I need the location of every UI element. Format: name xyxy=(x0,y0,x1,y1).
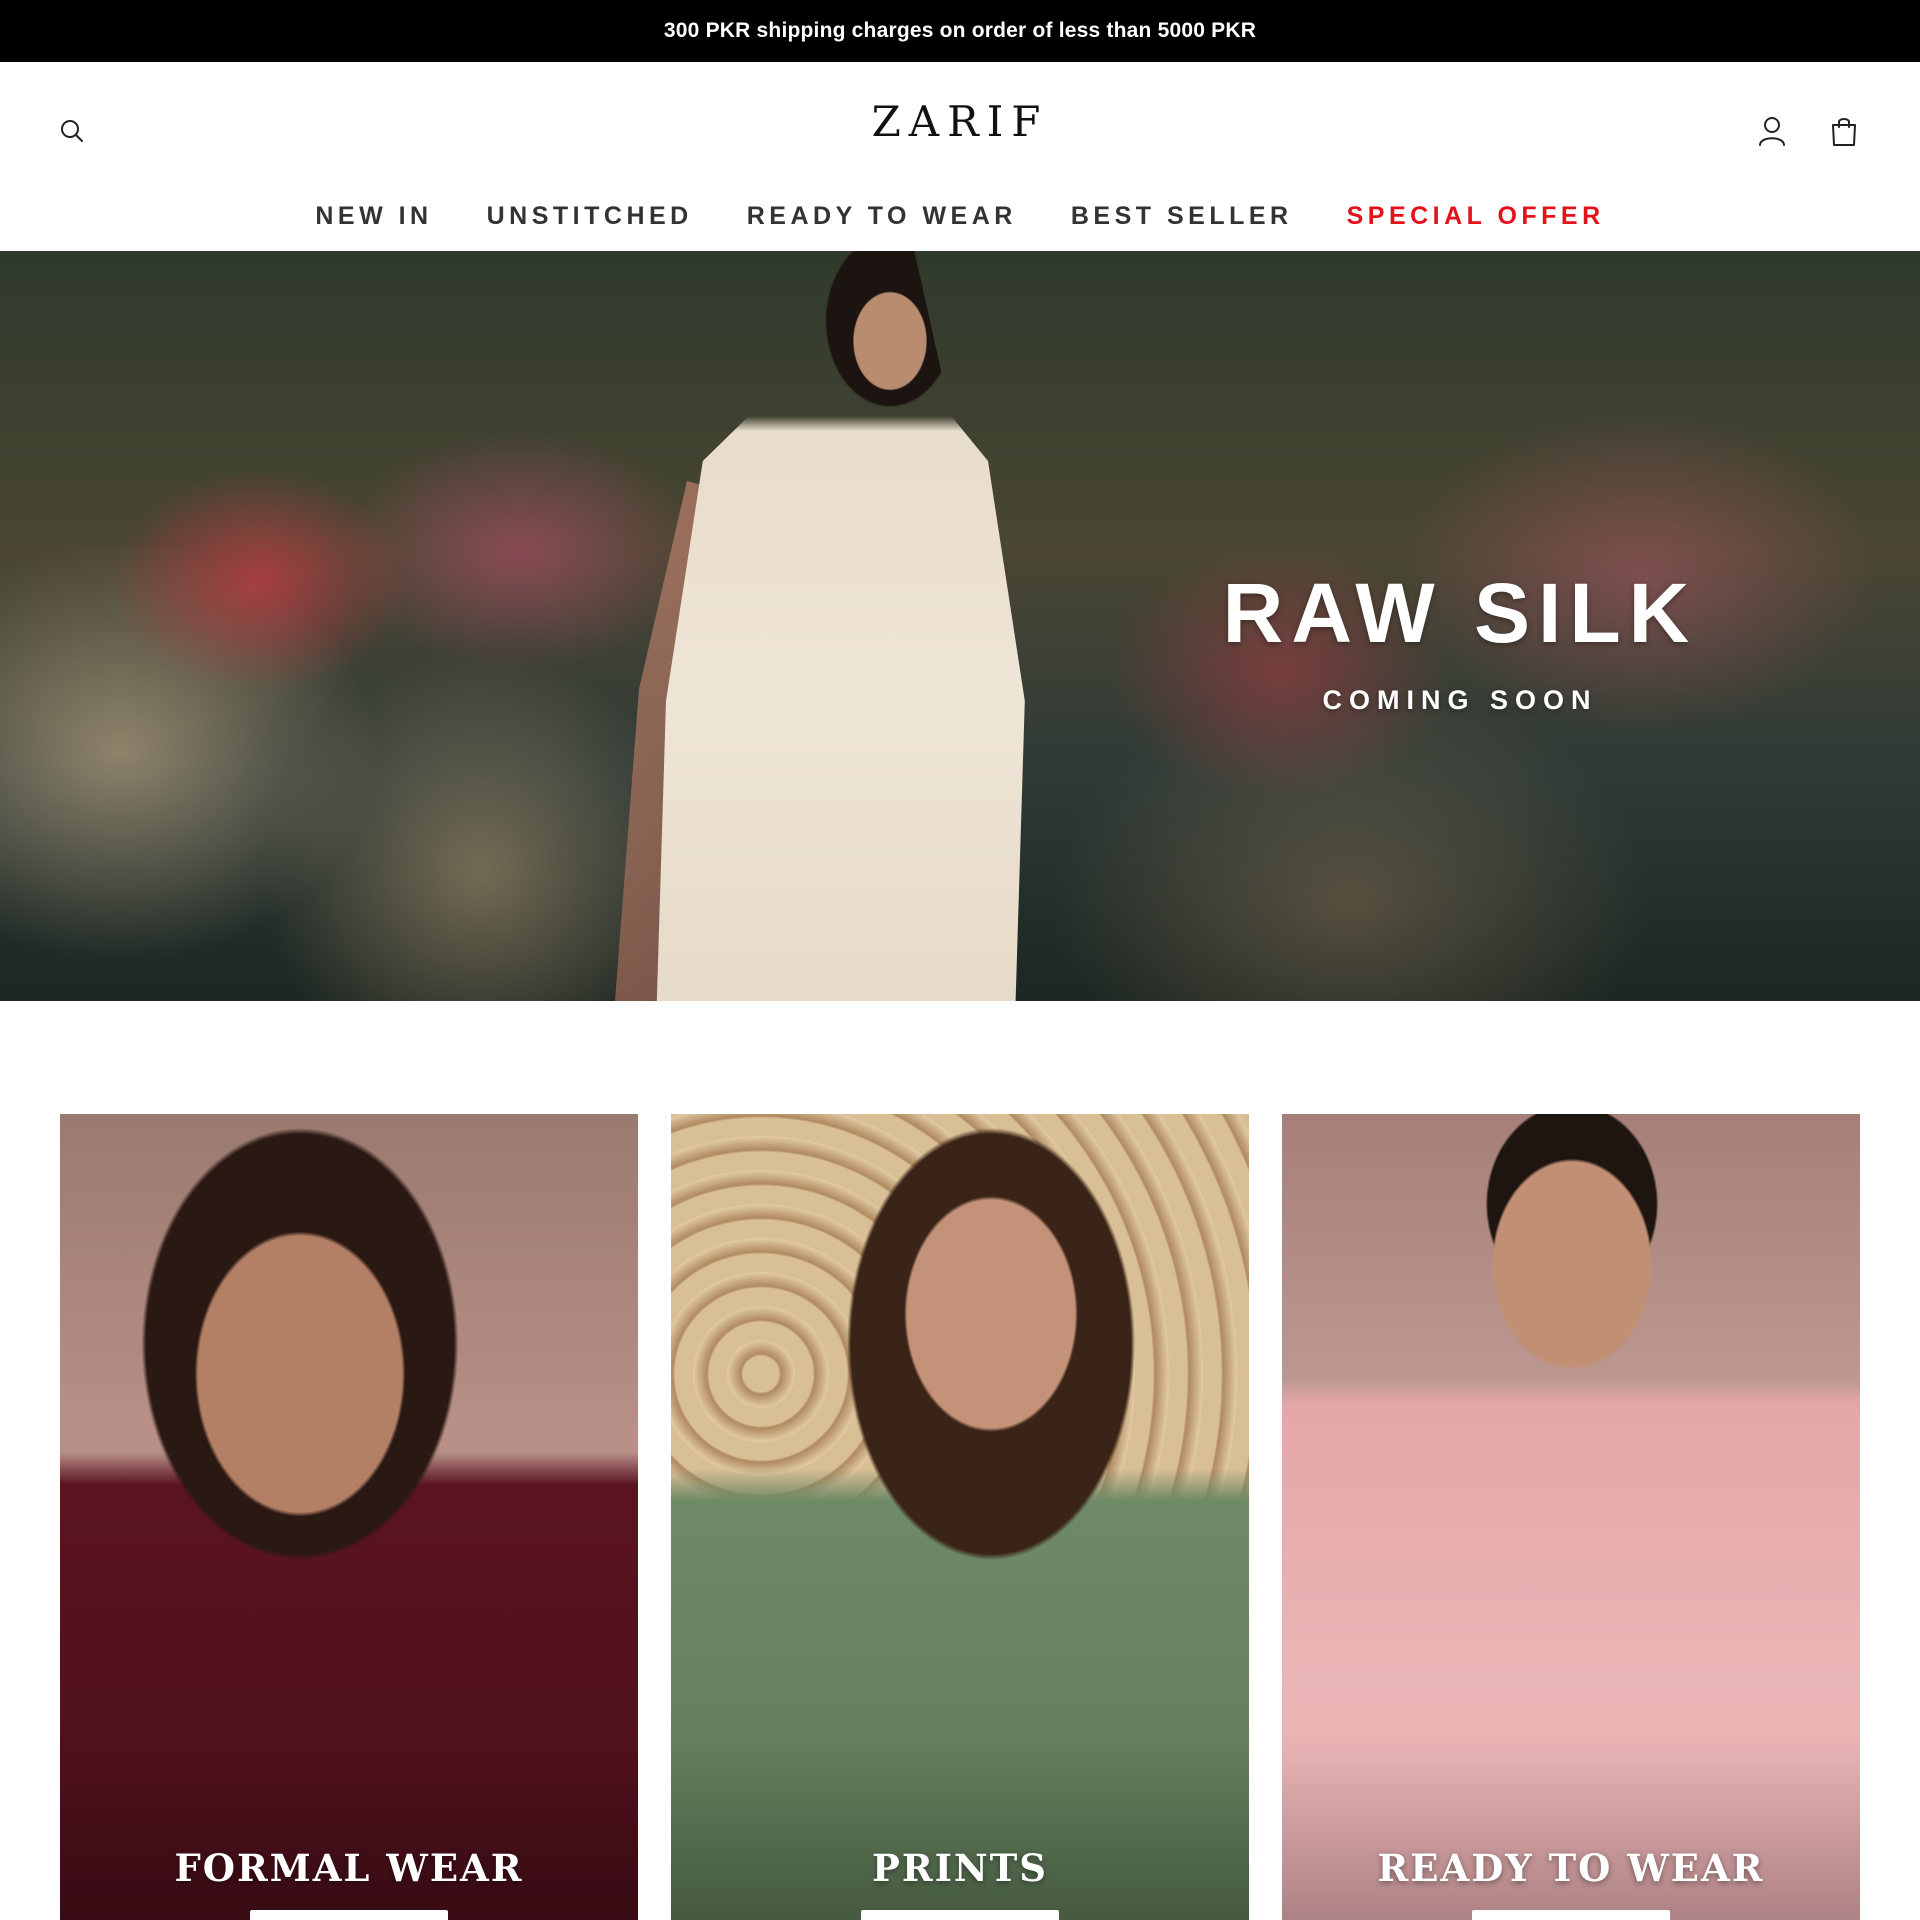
main-nav: NEW IN UNSTITCHED READY TO WEAR BEST SEL… xyxy=(0,202,1920,231)
collection-card-prints[interactable]: PRINTS xyxy=(671,1114,1249,1920)
announcement-bar: 300 PKR shipping charges on order of les… xyxy=(0,0,1920,62)
search-button[interactable] xyxy=(52,111,92,151)
collection-card-formal-wear[interactable]: FORMAL WEAR xyxy=(60,1114,638,1920)
nav-item-special-offer[interactable]: SPECIAL OFFER xyxy=(1347,202,1605,231)
collection-label: READY TO WEAR xyxy=(1377,1846,1765,1890)
announcement-text: 300 PKR shipping charges on order of les… xyxy=(663,19,1257,42)
site-header: ZARIF NEW IN UNSTITCHED READY TO WEAR BE… xyxy=(0,62,1920,251)
shop-now-button[interactable] xyxy=(250,1910,448,1920)
hero-text-block: RAW SILK COMING SOON xyxy=(1200,571,1720,716)
hero-model-image xyxy=(656,251,1025,1001)
search-icon xyxy=(61,120,83,142)
hero-subtitle: COMING SOON xyxy=(1322,685,1598,715)
brand-logo[interactable]: ZARIF xyxy=(760,97,1160,146)
cart-button[interactable] xyxy=(1824,111,1864,151)
nav-item-new-in[interactable]: NEW IN xyxy=(315,202,432,231)
shop-now-button[interactable] xyxy=(1472,1910,1670,1920)
card-overlay xyxy=(1282,1740,1860,1920)
hero-title: RAW SILK xyxy=(1222,566,1698,660)
card-overlay xyxy=(671,1740,1249,1920)
hero-banner[interactable]: RAW SILK COMING SOON xyxy=(0,251,1920,1001)
shopping-bag-icon xyxy=(1832,118,1856,146)
nav-item-ready-to-wear[interactable]: READY TO WEAR xyxy=(747,202,1017,231)
user-icon xyxy=(1759,117,1785,146)
card-overlay xyxy=(60,1740,638,1920)
shop-now-button[interactable] xyxy=(861,1910,1059,1920)
collection-label: FORMAL WEAR xyxy=(174,1846,524,1890)
collection-label: PRINTS xyxy=(872,1846,1048,1890)
nav-item-best-seller[interactable]: BEST SELLER xyxy=(1071,202,1293,231)
collection-card-ready-to-wear[interactable]: READY TO WEAR xyxy=(1282,1114,1860,1920)
collection-grid: FORMAL WEAR PRINTS READY TO WEAR xyxy=(60,1114,1860,1920)
account-button[interactable] xyxy=(1752,111,1792,151)
nav-item-unstitched[interactable]: UNSTITCHED xyxy=(487,202,693,231)
